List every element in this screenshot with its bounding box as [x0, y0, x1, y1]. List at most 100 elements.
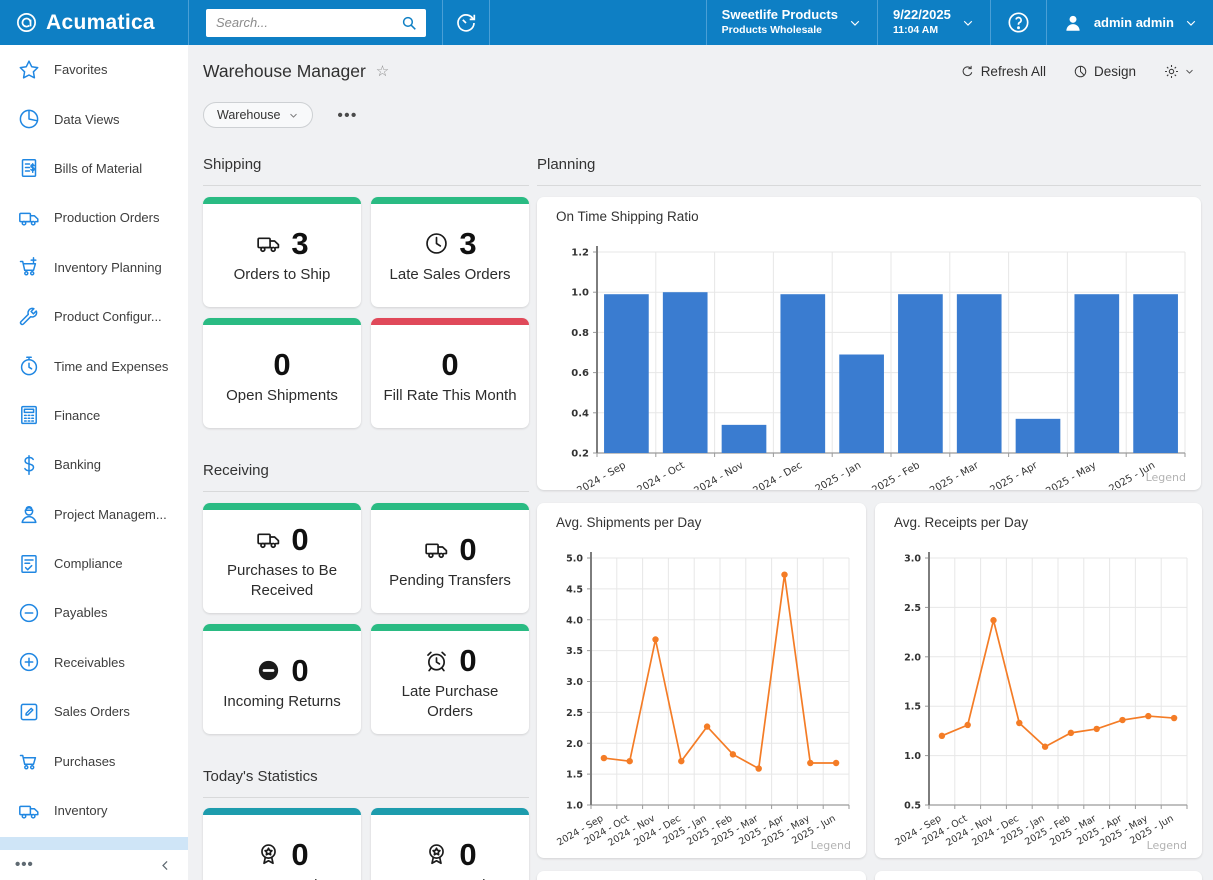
sidebar-item-receivables[interactable]: Receivables	[0, 638, 188, 687]
svg-text:3.5: 3.5	[566, 646, 583, 657]
kpi-card-processed-2[interactable]: 0 Processed	[371, 808, 529, 880]
sidebar-item-project-managem[interactable]: Project Managem...	[0, 490, 188, 539]
page-header: Warehouse Manager ☆ Refresh All Design	[203, 55, 1195, 87]
chart-title: Avg. Receipts per Day	[894, 515, 1028, 530]
kpi-accent-bar	[203, 503, 361, 510]
receiving-cards: 0 Purchases to Be Received 0 Pending Tra…	[203, 503, 529, 734]
kpi-card-purchases-to-be-received[interactable]: 0 Purchases to Be Received	[203, 503, 361, 613]
warehouse-filter-label: Warehouse	[217, 108, 280, 122]
current-date: 9/22/2025	[893, 7, 951, 24]
chevron-down-icon	[1184, 66, 1195, 77]
svg-text:1.5: 1.5	[904, 702, 921, 713]
dashboard-settings-button[interactable]	[1163, 63, 1195, 80]
wrench-icon	[17, 305, 41, 329]
sidebar-more-button[interactable]: •••	[15, 860, 34, 870]
sidebar-item-label: Payables	[54, 605, 107, 620]
user-menu[interactable]: admin admin	[1046, 0, 1213, 45]
chart-legend-label[interactable]: Legend	[1147, 839, 1187, 852]
kpi-label: Pending Transfers	[383, 571, 517, 591]
kpi-accent-bar	[371, 624, 529, 631]
sidebar-item-label: Favorites	[54, 62, 107, 77]
sidebar-item-purchases[interactable]: Purchases	[0, 736, 188, 785]
kpi-value: 0	[273, 347, 290, 383]
plus-circle-icon	[17, 650, 41, 674]
sidebar: FavoritesData ViewsBills of MaterialProd…	[0, 45, 188, 880]
design-button[interactable]: Design	[1073, 64, 1136, 79]
sidebar-item-product-configur[interactable]: Product Configur...	[0, 292, 188, 341]
toolbar-more-button[interactable]: •••	[337, 107, 357, 124]
kpi-card-orders-to-ship[interactable]: 3 Orders to Ship	[203, 197, 361, 307]
partial-card[interactable]	[537, 871, 866, 880]
award-icon	[423, 841, 450, 868]
chevron-down-icon	[961, 16, 975, 30]
favorite-star-icon[interactable]: ☆	[376, 62, 389, 80]
svg-text:2.0: 2.0	[904, 652, 921, 663]
acumatica-logo[interactable]: Acumatica	[0, 0, 188, 45]
chart-legend-label[interactable]: Legend	[1146, 471, 1186, 484]
sidebar-item-time-and-expenses[interactable]: Time and Expenses	[0, 341, 188, 390]
chevron-down-icon	[288, 110, 299, 121]
sidebar-item-banking[interactable]: Banking	[0, 440, 188, 489]
svg-text:2025 - May: 2025 - May	[1044, 460, 1098, 490]
user-icon	[1062, 12, 1084, 34]
sidebar-item-compliance[interactable]: Compliance	[0, 539, 188, 588]
kpi-value: 3	[291, 226, 308, 262]
kpi-card-late-purchase-orders[interactable]: 0 Late Purchase Orders	[371, 624, 529, 734]
svg-text:2.5: 2.5	[566, 708, 583, 719]
sidebar-items: FavoritesData ViewsBills of MaterialProd…	[0, 45, 188, 837]
help-button[interactable]	[990, 0, 1046, 45]
kpi-accent-bar	[203, 318, 361, 325]
sidebar-item-inventory-planning[interactable]: Inventory Planning	[0, 243, 188, 292]
current-time: 11:04 AM	[893, 24, 951, 38]
svg-text:1.0: 1.0	[571, 288, 589, 299]
svg-text:0.8: 0.8	[571, 328, 589, 339]
chart-card-on-time-shipping-ratio[interactable]: On Time Shipping Ratio 0.20.40.60.81.01.…	[537, 197, 1201, 490]
collapse-sidebar-button[interactable]	[158, 858, 173, 873]
chevron-down-icon	[848, 16, 862, 30]
kpi-card-pending-transfers[interactable]: 0 Pending Transfers	[371, 503, 529, 613]
tenant-selector[interactable]: Sweetlife Products Products Wholesale	[706, 0, 877, 45]
kpi-card-late-sales-orders[interactable]: 3 Late Sales Orders	[371, 197, 529, 307]
minus-circle-icon	[17, 601, 41, 625]
global-search[interactable]	[206, 9, 426, 37]
sidebar-footer: •••	[0, 850, 188, 880]
chart-title: Avg. Shipments per Day	[556, 515, 701, 530]
sidebar-item-finance[interactable]: Finance	[0, 391, 188, 440]
refresh-all-button[interactable]: Refresh All	[960, 64, 1046, 79]
kpi-card-fill-rate[interactable]: 0 Fill Rate This Month	[371, 318, 529, 428]
sidebar-item-inventory[interactable]: Inventory	[0, 786, 188, 835]
user-name: admin admin	[1094, 15, 1174, 30]
refresh-all-label: Refresh All	[981, 64, 1046, 79]
svg-text:3.0: 3.0	[566, 677, 583, 688]
sidebar-item-sales-orders[interactable]: Sales Orders	[0, 687, 188, 736]
search-input[interactable]	[214, 14, 400, 31]
calculator-icon	[17, 403, 41, 427]
sidebar-item-label: Banking	[54, 457, 101, 472]
sidebar-item-data-views[interactable]: Data Views	[0, 94, 188, 143]
truck-icon	[423, 536, 450, 563]
chart-card-avg-shipments-per-day[interactable]: Avg. Shipments per Day 1.01.52.02.53.03.…	[537, 503, 866, 858]
sidebar-item-label: Compliance	[54, 556, 123, 571]
kpi-value: 0	[459, 643, 476, 679]
cart-plus-icon	[17, 255, 41, 279]
svg-text:2.0: 2.0	[566, 739, 583, 750]
kpi-card-open-shipments[interactable]: 0 Open Shipments	[203, 318, 361, 428]
sidebar-item-favorites[interactable]: Favorites	[0, 45, 188, 94]
sidebar-item-payables[interactable]: Payables	[0, 588, 188, 637]
warehouse-filter-dropdown[interactable]: Warehouse	[203, 102, 313, 128]
sidebar-item-label: Time and Expenses	[54, 359, 168, 374]
sidebar-item-production-orders[interactable]: Production Orders	[0, 193, 188, 242]
chart-legend-label[interactable]: Legend	[811, 839, 851, 852]
search-icon[interactable]	[400, 14, 418, 32]
topbar-divider	[489, 0, 490, 45]
kpi-card-processed-1[interactable]: 0 Processed	[203, 808, 361, 880]
sidebar-item-bills-of-material[interactable]: Bills of Material	[0, 144, 188, 193]
chart-card-avg-receipts-per-day[interactable]: Avg. Receipts per Day 0.51.01.52.02.53.0…	[875, 503, 1202, 858]
topbar-divider	[188, 0, 189, 45]
kpi-card-incoming-returns[interactable]: 0 Incoming Returns	[203, 624, 361, 734]
business-date-button[interactable]	[443, 0, 489, 45]
partial-card[interactable]	[875, 871, 1202, 880]
kpi-accent-bar	[371, 808, 529, 815]
dollar-icon	[17, 453, 41, 477]
date-time-selector[interactable]: 9/22/2025 11:04 AM	[877, 0, 990, 45]
